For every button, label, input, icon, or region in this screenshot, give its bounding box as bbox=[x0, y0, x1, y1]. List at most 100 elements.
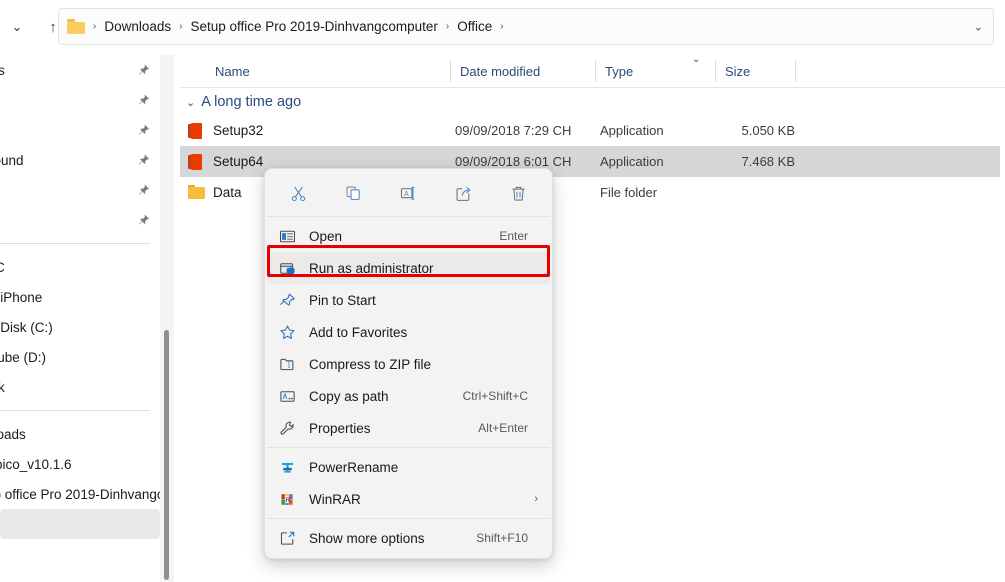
context-menu-item-accelerator: Enter bbox=[499, 229, 528, 243]
copy-path-icon bbox=[277, 386, 297, 406]
pin-icon bbox=[137, 64, 150, 77]
sidebar-item-label: al Disk (C:) bbox=[0, 320, 53, 335]
context-menu-item-properties[interactable]: Properties Alt+Enter bbox=[267, 412, 550, 444]
context-menu-divider bbox=[267, 518, 550, 519]
context-menu-item-pin-to-start[interactable]: Pin to Start bbox=[267, 284, 550, 316]
sidebar-scrollbar-thumb[interactable] bbox=[164, 330, 169, 580]
column-header-label: Type bbox=[605, 64, 633, 79]
context-menu-item-label: PowerRename bbox=[309, 460, 398, 475]
context-menu[interactable]: A bbox=[264, 168, 553, 559]
breadcrumb-expand-chevron-down-icon[interactable]: ⌄ bbox=[974, 20, 983, 33]
sidebar-item-music[interactable]: ic bbox=[0, 85, 160, 115]
sidebar-item-spico[interactable]: Spico_v10.1.6 bbox=[0, 449, 160, 479]
file-name: Data bbox=[213, 185, 242, 200]
open-window-icon bbox=[277, 226, 297, 246]
column-divider bbox=[595, 60, 596, 82]
submenu-chevron-right-icon[interactable]: › bbox=[534, 493, 538, 505]
rename-icon[interactable]: A bbox=[381, 177, 436, 209]
context-menu-divider bbox=[267, 216, 550, 217]
context-menu-item-powerrename[interactable]: PowerRename bbox=[267, 451, 550, 483]
breadcrumb-item-downloads[interactable]: Downloads bbox=[99, 16, 176, 37]
sidebar-item-pictures[interactable]: res bbox=[0, 55, 160, 85]
cut-icon[interactable] bbox=[271, 177, 326, 209]
table-row[interactable]: Setup32 09/09/2018 7:29 CH Application 5… bbox=[180, 115, 1000, 146]
sidebar-item-office-selected[interactable]: ffi bbox=[0, 509, 160, 539]
zip-folder-icon bbox=[277, 354, 297, 374]
delete-icon[interactable] bbox=[491, 177, 546, 209]
pin-icon bbox=[137, 214, 150, 227]
column-header-date-modified[interactable]: Date modified bbox=[450, 55, 595, 87]
context-menu-item-winrar[interactable]: R WinRAR › bbox=[267, 483, 550, 515]
context-menu-item-label: Compress to ZIP file bbox=[309, 357, 431, 372]
office-app-icon bbox=[188, 123, 204, 139]
context-menu-item-accelerator: Shift+F10 bbox=[476, 531, 528, 545]
sidebar-item-videos[interactable]: os bbox=[0, 115, 160, 145]
arrow-up-glyph: ↑ bbox=[49, 19, 57, 36]
pin-icon bbox=[277, 290, 297, 310]
column-header-label: Size bbox=[725, 64, 750, 79]
breadcrumb[interactable]: › Downloads › Setup office Pro 2019-Dinh… bbox=[58, 8, 994, 45]
folder-icon bbox=[188, 185, 204, 201]
svg-text:A: A bbox=[404, 190, 409, 197]
file-explorer-window: ⌄ ↑ › Downloads › Setup office Pro 2019-… bbox=[0, 0, 1005, 582]
sidebar-item-this-pc[interactable]: PC bbox=[0, 252, 160, 282]
context-menu-item-label: Add to Favorites bbox=[309, 325, 407, 340]
copy-icon[interactable] bbox=[326, 177, 381, 209]
sidebar-item-label: Spico_v10.1.6 bbox=[0, 457, 72, 472]
column-header-label: Date modified bbox=[460, 64, 540, 79]
sidebar-item-label: le iPhone bbox=[0, 290, 42, 305]
context-menu-item-add-to-favorites[interactable]: Add to Favorites bbox=[267, 316, 550, 348]
file-size: 5.050 KB bbox=[720, 123, 795, 138]
pin-icon bbox=[137, 94, 150, 107]
context-menu-item-label: WinRAR bbox=[309, 492, 361, 507]
context-menu-item-compress-to-zip-file[interactable]: Compress to ZIP file bbox=[267, 348, 550, 380]
file-name: Setup64 bbox=[213, 154, 263, 169]
sidebar-item-6[interactable] bbox=[0, 205, 160, 235]
folder-icon bbox=[67, 19, 85, 34]
context-menu-item-open[interactable]: Open Enter bbox=[267, 220, 550, 252]
winrar-icon: R bbox=[277, 489, 297, 509]
sidebar-item-youtube-d[interactable]: utube (D:) bbox=[0, 342, 160, 372]
column-divider bbox=[795, 60, 796, 82]
context-menu-item-copy-as-path[interactable]: Copy as path Ctrl+Shift+C bbox=[267, 380, 550, 412]
context-menu-item-show-more-options[interactable]: Show more options Shift+F10 bbox=[267, 522, 550, 554]
group-collapse-chevron-down-icon[interactable]: ⌄ bbox=[186, 96, 195, 109]
breadcrumb-separator: › bbox=[443, 21, 452, 32]
breadcrumb-item-office[interactable]: Office bbox=[452, 16, 497, 37]
sidebar-item-label: gound bbox=[0, 153, 24, 168]
sidebar-item-apple-iphone[interactable]: le iPhone bbox=[0, 282, 160, 312]
sidebar-item-downloads[interactable]: nloads bbox=[0, 419, 160, 449]
sidebar-item-setup-office-pro[interactable]: up office Pro 2019-Dinhvangco bbox=[0, 479, 160, 509]
file-date-modified: 09/09/2018 6:01 CH bbox=[455, 154, 571, 169]
svg-text:R: R bbox=[285, 496, 290, 503]
context-menu-item-accelerator: Alt+Enter bbox=[478, 421, 528, 435]
sidebar-divider bbox=[0, 243, 150, 244]
sidebar-item-local-disk-c[interactable]: al Disk (C:) bbox=[0, 312, 160, 342]
sidebar-item-label: res bbox=[0, 63, 5, 78]
sidebar-item-5[interactable] bbox=[0, 175, 160, 205]
column-header-size[interactable]: Size bbox=[715, 55, 795, 87]
sidebar-item-background[interactable]: gound bbox=[0, 145, 160, 175]
sidebar-item-network[interactable]: ork bbox=[0, 372, 160, 402]
group-header-a-long-time-ago[interactable]: ⌄ A long time ago bbox=[180, 88, 301, 116]
share-icon[interactable] bbox=[436, 177, 491, 209]
context-menu-item-label: Show more options bbox=[309, 531, 425, 546]
navigation-sidebar[interactable]: res ic os gound bbox=[0, 55, 160, 582]
sidebar-divider bbox=[0, 410, 150, 411]
star-icon bbox=[277, 322, 297, 342]
column-header-type[interactable]: Type bbox=[595, 55, 715, 87]
breadcrumb-separator: › bbox=[176, 21, 185, 32]
recent-locations-chevron-down-icon[interactable]: ⌄ bbox=[2, 12, 32, 42]
context-menu-item-run-as-administrator[interactable]: Run as administrator bbox=[267, 252, 550, 284]
breadcrumb-item-setup-office[interactable]: Setup office Pro 2019-Dinhvangcomputer bbox=[185, 16, 442, 37]
context-menu-item-accelerator: Ctrl+Shift+C bbox=[463, 389, 528, 403]
sidebar-item-label: ork bbox=[0, 380, 5, 395]
shield-admin-icon bbox=[277, 258, 297, 278]
column-header-name[interactable]: Name bbox=[205, 55, 450, 87]
context-menu-item-label: Pin to Start bbox=[309, 293, 376, 308]
sidebar-item-label: nloads bbox=[0, 427, 26, 442]
sidebar-item-label: up office Pro 2019-Dinhvangco bbox=[0, 487, 160, 502]
chevron-down-glyph: ⌄ bbox=[12, 19, 23, 35]
breadcrumb-separator: › bbox=[90, 21, 99, 32]
group-header-label: A long time ago bbox=[201, 94, 301, 110]
